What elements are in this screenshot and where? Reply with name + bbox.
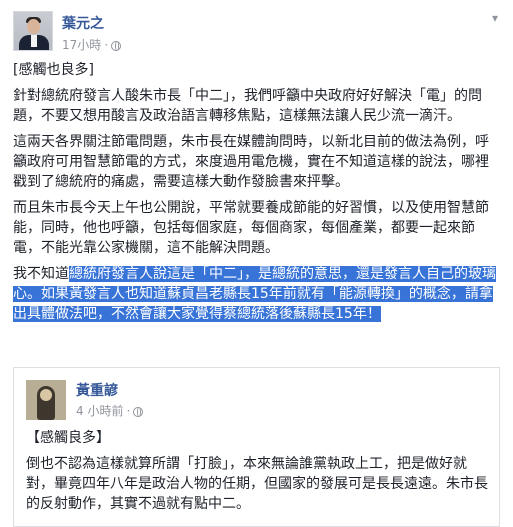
meta-separator: · (104, 38, 109, 52)
post-body: [感觸也良多] 針對總統府發言人酸朱市長「中二」，我們呼籲中央政府好好解決「電」… (13, 60, 501, 330)
author-name[interactable]: 葉元之 (62, 13, 104, 33)
shared-author-avatar[interactable] (26, 380, 66, 420)
avatar-face (40, 389, 52, 401)
post-paragraph: 針對總統府發言人酸朱市長「中二」，我們呼籲中央政府好好解決「電」的問題，不要又想… (13, 88, 482, 124)
post-paragraph: 我不知道總統府發言人說這是「中二」，是總統的意思，還是發言人自己的玻璃心。如果黃… (13, 264, 501, 324)
shared-author-name[interactable]: 黃重諺 (76, 380, 118, 400)
meta-separator: · (126, 404, 131, 418)
avatar-face (27, 19, 40, 34)
shared-post-card[interactable]: 黃重諺 4 小時前 · 【感觸良多】 倒也不認為這樣就算所謂「打臉」，本來無論誰黨… (13, 367, 500, 527)
shared-post-paragraph: 倒也不認為這樣就算所謂「打臉」，本來無論誰黨執政上工，把是做好就對，畢竟四年八年… (26, 456, 488, 512)
post-time[interactable]: 17小時 (62, 38, 101, 52)
globe-icon[interactable] (133, 407, 144, 417)
chevron-down-icon[interactable]: ▾ (487, 12, 503, 24)
post-paragraph: [感觸也良多] (13, 62, 94, 78)
shared-post-body: 【感觸良多】 倒也不認為這樣就算所謂「打臉」，本來無論誰黨執政上工，把是做好就對… (26, 428, 488, 520)
selected-text: 總統府發言人說這是「中二」，是總統的意思，還是發言人自己的玻璃心。如果黃發言人也… (13, 266, 496, 322)
plain-text: 我不知道 (13, 266, 69, 282)
shared-post-meta: 4 小時前 · (76, 402, 144, 419)
profile-avatar[interactable] (13, 11, 53, 51)
shared-post-time[interactable]: 4 小時前 (76, 404, 123, 418)
post-paragraph: 而且朱市長今天上午也公開說，平常就要養成節能的好習慣，以及使用智慧節能，同時，他… (13, 200, 489, 256)
globe-icon[interactable] (111, 41, 122, 51)
post-paragraph: 這兩天各界關注節電問題，朱市長在媒體詢問時，以新北目前的做法為例，呼籲政府可用智… (13, 134, 489, 190)
shared-post-paragraph: 【感觸良多】 (26, 430, 110, 446)
avatar-shirt (31, 35, 37, 47)
post-meta: 17小時 · (62, 36, 122, 53)
